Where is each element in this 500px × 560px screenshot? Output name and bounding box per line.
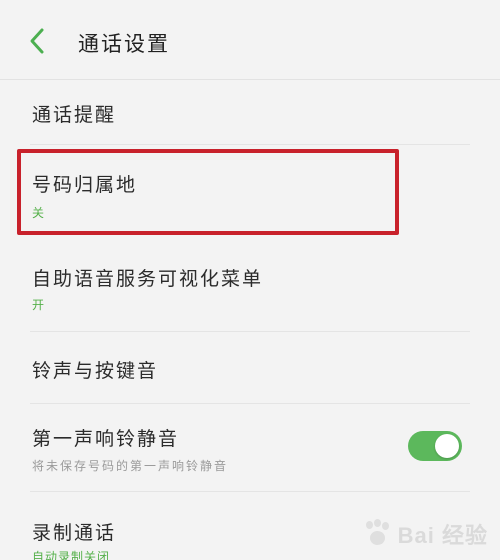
watermark: Bai 经验: [362, 514, 488, 554]
setting-title: 号码归属地: [32, 174, 138, 196]
app-header: 通话设置: [0, 0, 500, 80]
setting-title: 第一声响铃静音: [32, 428, 180, 450]
setting-title: 录制通话: [32, 522, 117, 544]
setting-ivr-visual-menu[interactable]: 自助语音服务可视化菜单 开: [0, 238, 500, 332]
setting-title: 铃声与按键音: [32, 360, 159, 382]
setting-call-reminder[interactable]: 通话提醒: [0, 80, 500, 145]
setting-ringtone-keytone[interactable]: 铃声与按键音: [0, 332, 500, 404]
mute-first-ring-toggle[interactable]: [408, 431, 462, 461]
setting-value: 开: [32, 298, 46, 312]
chevron-left-icon: [30, 28, 44, 54]
watermark-text: Bai 经验: [397, 523, 488, 548]
setting-value: 关: [32, 206, 46, 220]
back-button[interactable]: [22, 26, 52, 56]
call-settings-screen: 通话设置 通话提醒 号码归属地 关 自助语音服务可视化菜单 开 铃声与按键音 第…: [0, 0, 500, 560]
page-title: 通话设置: [78, 32, 170, 56]
setting-title: 自助语音服务可视化菜单: [32, 268, 264, 290]
setting-number-location[interactable]: 号码归属地 关: [0, 145, 500, 238]
setting-title: 通话提醒: [32, 104, 117, 126]
setting-description: 将未保存号码的第一声响铃静音: [32, 459, 229, 473]
toggle-knob: [435, 434, 459, 458]
paw-logo-icon: [362, 519, 392, 549]
setting-value: 自动录制关闭: [32, 550, 111, 560]
